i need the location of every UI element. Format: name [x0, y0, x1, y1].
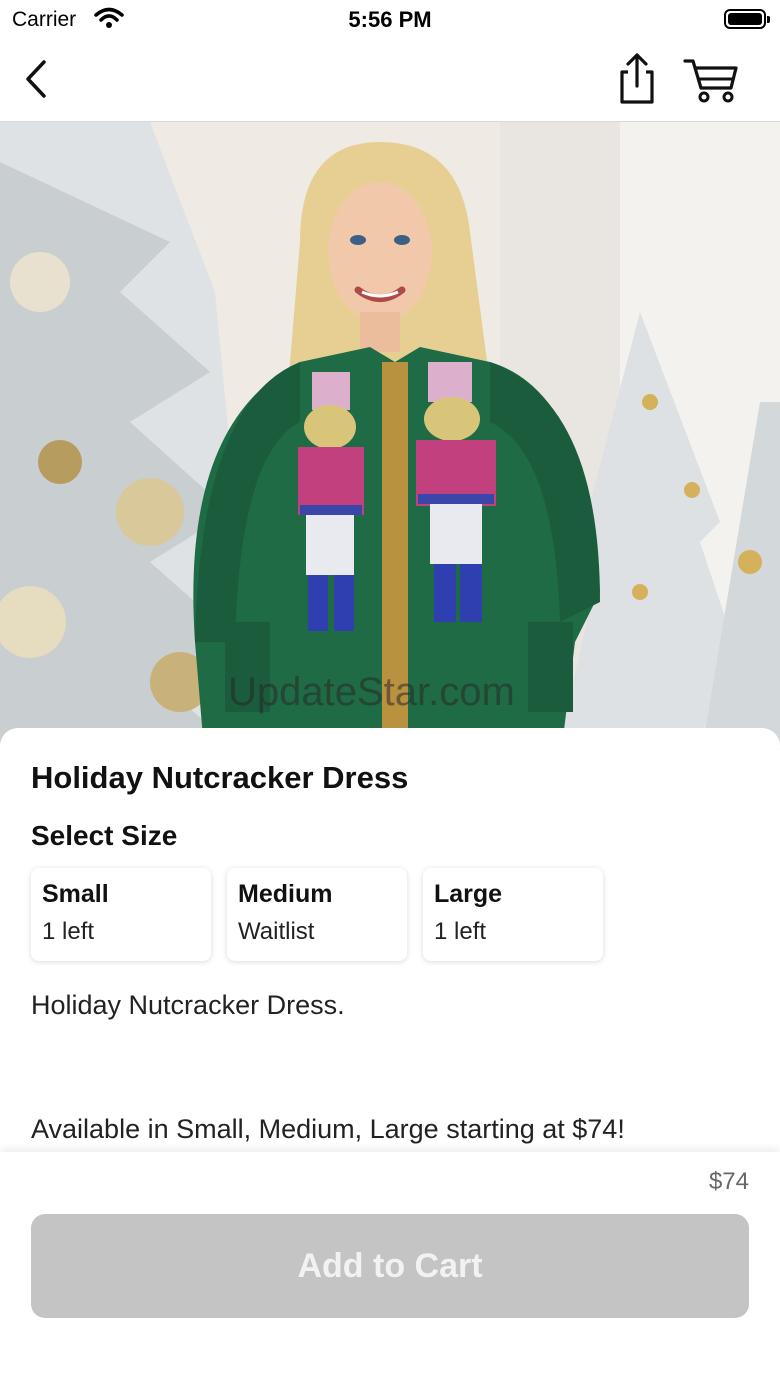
- purchase-footer: $74 Add to Cart: [0, 1152, 780, 1387]
- watermark-text: UpdateStar.com: [228, 670, 515, 714]
- back-button[interactable]: [20, 58, 54, 100]
- description-line: Available in Small, Medium, Large starti…: [31, 1114, 625, 1144]
- size-name: Large: [434, 880, 503, 908]
- share-button[interactable]: [614, 52, 660, 106]
- navigation-bar: [0, 40, 780, 122]
- size-heading: Select Size: [31, 820, 178, 851]
- product-image: UpdateStar.com: [0, 122, 780, 762]
- size-name: Small: [42, 880, 109, 908]
- share-icon: [620, 53, 654, 104]
- cart-button[interactable]: [682, 56, 740, 104]
- cart-icon: [683, 59, 738, 103]
- description-line: Holiday Nutcracker Dress.: [31, 990, 345, 1020]
- size-stock: Waitlist: [238, 918, 315, 945]
- size-option-large[interactable]: Large 1 left: [423, 868, 603, 961]
- size-option-medium[interactable]: Medium Waitlist: [227, 868, 407, 961]
- add-to-cart-button[interactable]: Add to Cart: [31, 1214, 749, 1318]
- chevron-left-icon: [26, 60, 46, 98]
- status-bar: Carrier 5:56 PM: [0, 0, 780, 40]
- size-option-small[interactable]: Small 1 left: [31, 868, 211, 961]
- battery-icon: [724, 9, 770, 29]
- product-title: Holiday Nutcracker Dress: [31, 760, 409, 795]
- size-stock: 1 left: [42, 918, 95, 945]
- product-details: Holiday Nutcracker Dress Select Size Sma…: [0, 728, 780, 1158]
- clock: 5:56 PM: [348, 7, 432, 32]
- size-stock: 1 left: [434, 918, 487, 945]
- price-label: $74: [708, 1168, 749, 1195]
- size-name: Medium: [238, 880, 333, 908]
